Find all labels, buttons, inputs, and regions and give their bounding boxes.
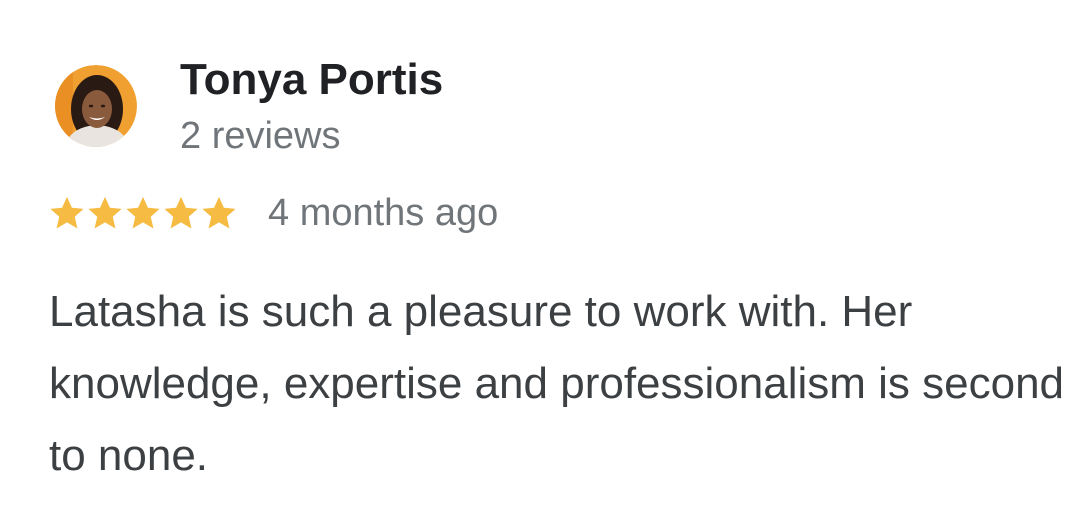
reviewer-name[interactable]: Tonya Portis: [180, 54, 443, 106]
review-count[interactable]: 2 reviews: [180, 113, 341, 159]
star-icon: [202, 196, 236, 229]
rating-row: 4 months ago: [48, 190, 498, 236]
star-icon: [126, 196, 160, 229]
star-rating: [48, 194, 238, 232]
avatar-image: [55, 65, 137, 147]
review-card: Tonya Portis 2 reviews 4 months ago Lata…: [0, 0, 1083, 508]
reviewer-avatar[interactable]: [55, 65, 137, 147]
star-icon: [88, 196, 122, 229]
review-time: 4 months ago: [268, 192, 499, 234]
star-icon: [164, 196, 198, 229]
star-icon: [50, 196, 84, 229]
review-text: Latasha is such a pleasure to work with.…: [49, 287, 1065, 480]
